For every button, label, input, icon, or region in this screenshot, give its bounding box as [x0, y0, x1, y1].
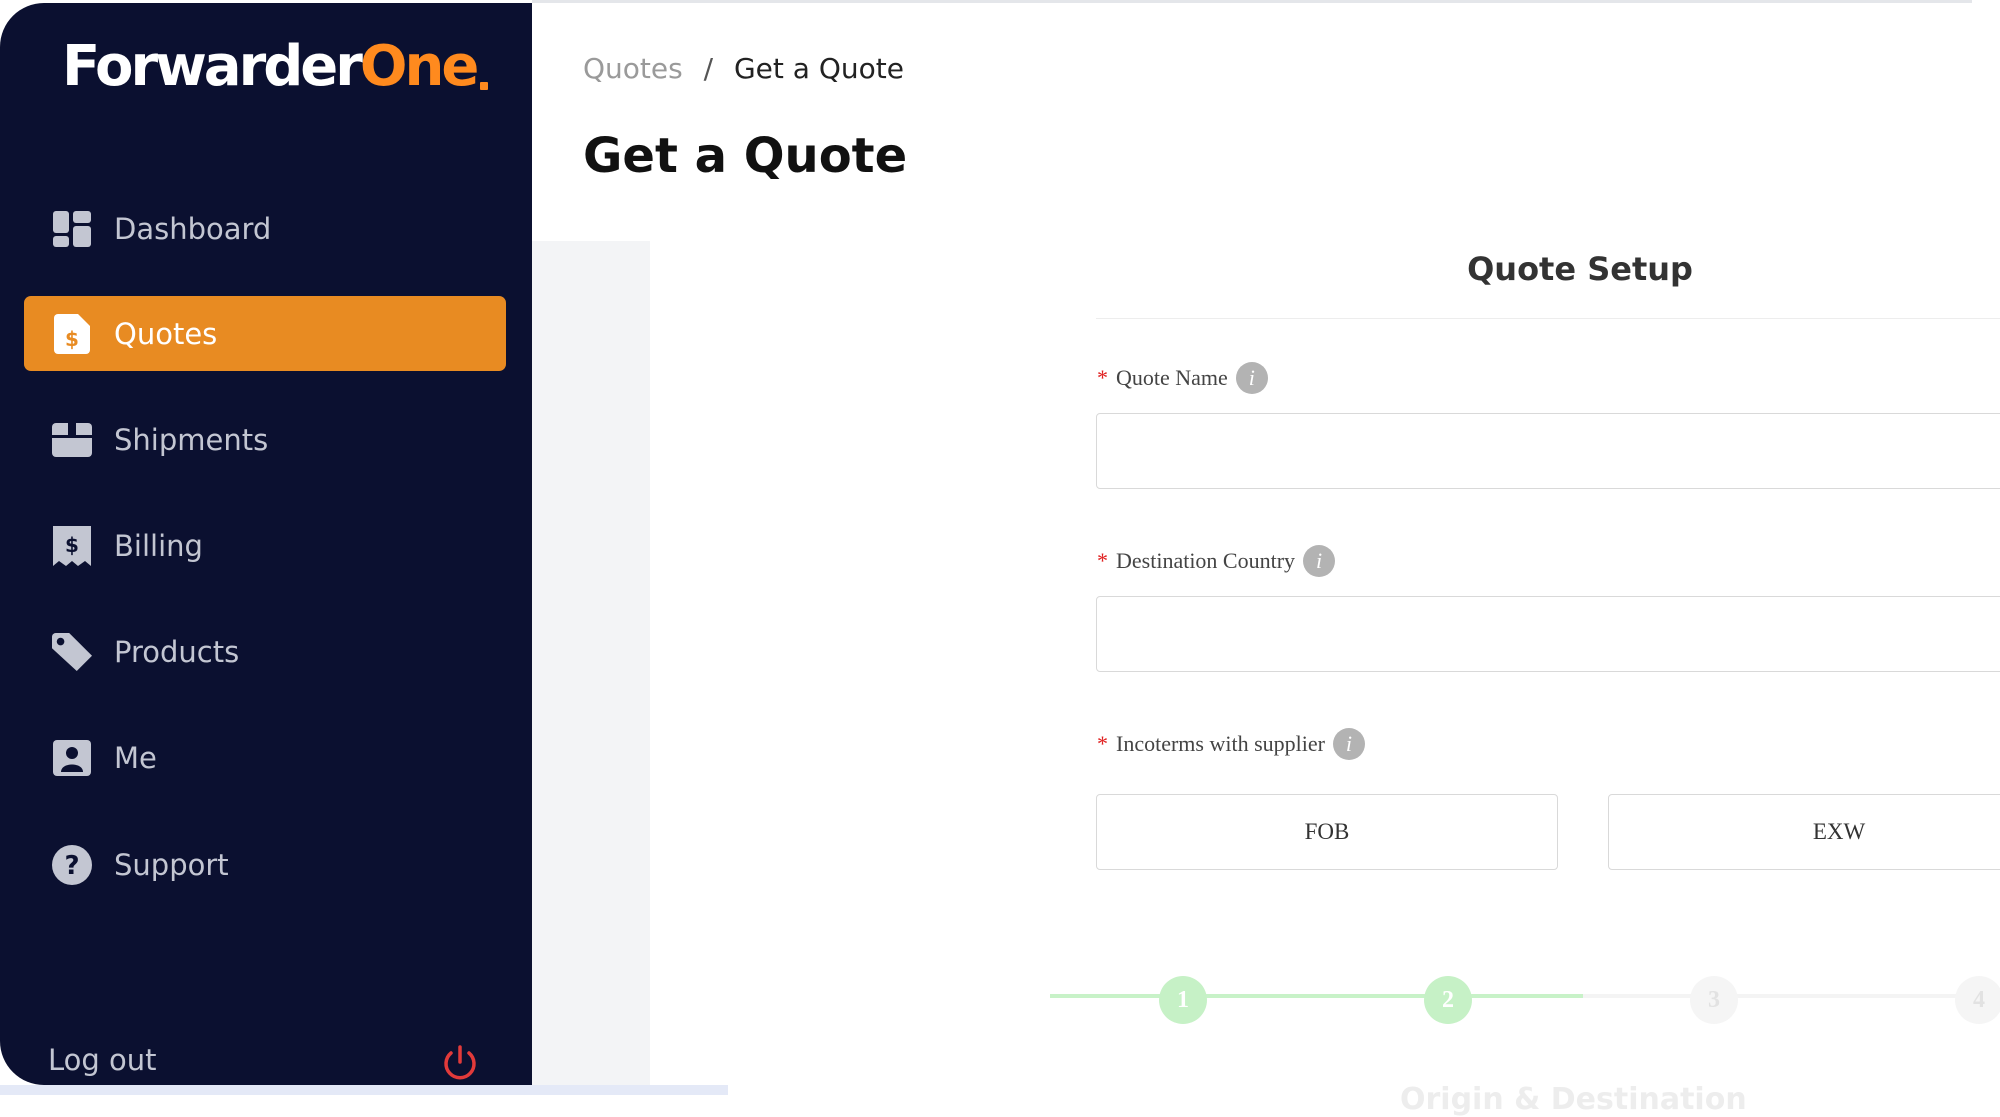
- form-title: Quote Setup: [1467, 250, 1693, 288]
- sidebar-item-me[interactable]: Me: [24, 720, 506, 795]
- sidebar-item-label: Billing: [114, 528, 203, 563]
- breadcrumb: Quotes / Get a Quote: [583, 52, 904, 85]
- page-title: Get a Quote: [583, 128, 908, 184]
- breadcrumb-parent[interactable]: Quotes: [583, 52, 683, 85]
- required-mark: *: [1097, 365, 1108, 390]
- breadcrumb-current: Get a Quote: [733, 52, 904, 85]
- info-icon[interactable]: i: [1235, 362, 1268, 394]
- quote-name-label: * Quote Name i: [1097, 362, 1268, 394]
- sidebar-item-dashboard[interactable]: Dashboard: [24, 191, 506, 266]
- sidebar-item-shipments[interactable]: Shipments: [24, 402, 506, 477]
- info-icon[interactable]: i: [1303, 545, 1336, 577]
- sidebar-item-billing[interactable]: $ Billing: [24, 508, 506, 583]
- sidebar: ForwarderOne Dashboard $ Quotes Shipment…: [0, 3, 532, 1085]
- step-3[interactable]: 3: [1690, 976, 1738, 1024]
- forwarderone-logo[interactable]: ForwarderOne: [62, 39, 489, 95]
- sidebar-item-label: Products: [114, 634, 240, 669]
- svg-text:$: $: [65, 327, 79, 351]
- quote-name-input[interactable]: [1096, 413, 2000, 489]
- destination-country-select[interactable]: [1096, 596, 2000, 672]
- bottom-scroll-strip: [0, 1085, 728, 1095]
- user-card-icon: [52, 738, 92, 778]
- sidebar-item-label: Me: [114, 740, 157, 775]
- top-border: [532, 0, 1972, 3]
- sidebar-item-label: Shipments: [114, 422, 269, 457]
- content-side-panel: [532, 241, 650, 1085]
- required-mark: *: [1097, 548, 1108, 573]
- stepper-track-line: [1583, 994, 2000, 998]
- receipt-icon: $: [52, 525, 92, 566]
- incoterm-option-exw[interactable]: EXW: [1608, 794, 2000, 870]
- step-2[interactable]: 2: [1424, 976, 1472, 1024]
- step-caption: Origin & Destination: [1400, 1082, 1747, 1117]
- sidebar-item-label: Support: [114, 847, 229, 882]
- box-icon: [52, 420, 92, 460]
- breadcrumb-separator: /: [703, 52, 714, 85]
- divider: [1096, 318, 2000, 319]
- power-icon[interactable]: [441, 1044, 479, 1082]
- svg-text:?: ?: [64, 851, 79, 881]
- step-4[interactable]: 4: [1955, 976, 2000, 1024]
- info-icon[interactable]: i: [1332, 728, 1365, 760]
- dashboard-icon: [52, 209, 92, 249]
- quote-document-icon: $: [52, 313, 92, 354]
- required-mark: *: [1097, 731, 1108, 756]
- sidebar-item-products[interactable]: Products: [24, 614, 506, 689]
- step-1[interactable]: 1: [1159, 976, 1207, 1024]
- sidebar-item-support[interactable]: ? Support: [24, 827, 506, 902]
- tag-icon: [52, 632, 92, 672]
- incoterms-label: * Incoterms with supplier i: [1097, 728, 1365, 760]
- svg-text:$: $: [65, 533, 79, 557]
- sidebar-item-label: Quotes: [114, 316, 218, 351]
- destination-country-label: * Destination Country i: [1097, 545, 1336, 577]
- question-icon: ?: [52, 844, 92, 885]
- stepper-progress-line: [1050, 994, 1583, 998]
- sidebar-item-label: Dashboard: [114, 211, 272, 246]
- sidebar-item-quotes[interactable]: $ Quotes: [24, 296, 506, 371]
- incoterm-option-fob[interactable]: FOB: [1096, 794, 1558, 870]
- logout-link[interactable]: Log out: [48, 1043, 157, 1077]
